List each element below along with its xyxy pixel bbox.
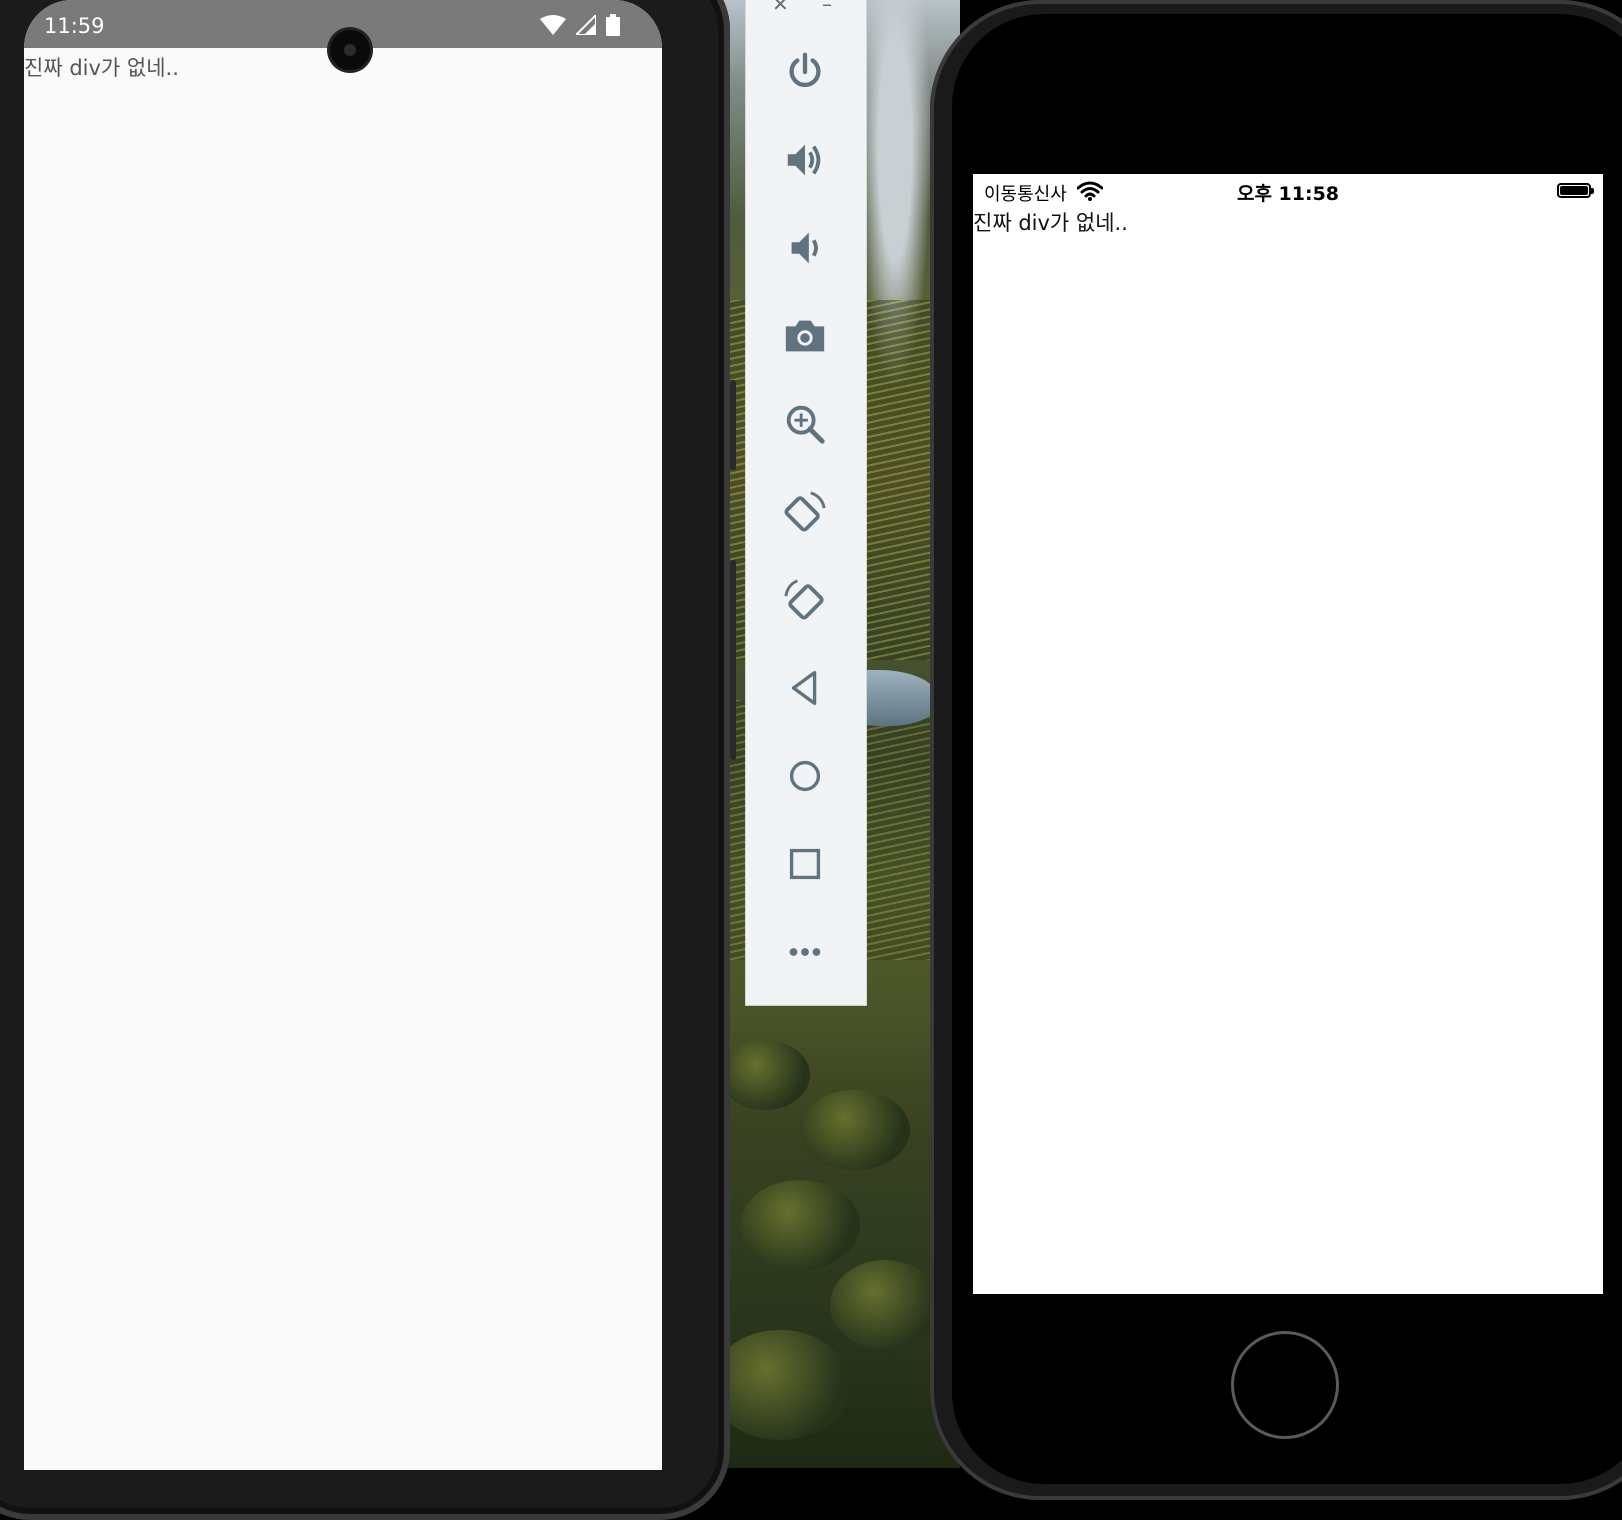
zoom-button[interactable] (772, 391, 838, 457)
camera-icon (785, 320, 825, 352)
screenshot-button[interactable] (772, 303, 838, 369)
power-button[interactable] (772, 39, 838, 105)
close-icon[interactable]: ✕ (772, 0, 789, 14)
iphone-status-time: 오후 11:58 (1236, 183, 1340, 205)
android-status-icons (540, 12, 620, 40)
wifi-icon (540, 15, 566, 39)
front-camera-cutout (330, 30, 370, 70)
volume-up-icon (787, 144, 821, 176)
home-circle-icon (789, 760, 821, 792)
tree (720, 1040, 810, 1110)
tree (740, 1180, 860, 1270)
emulator-toolbar: ✕ – (745, 0, 867, 1006)
rotate-left-button[interactable] (772, 479, 838, 545)
iphone-screen[interactable]: 이동통신사 오후 11:58 진짜 div가 없네.. (973, 174, 1603, 1294)
battery-icon (1557, 183, 1594, 198)
tree (710, 1330, 850, 1440)
tree (830, 1260, 940, 1350)
overview-square-icon (789, 848, 821, 880)
battery-icon (606, 14, 620, 40)
minimize-icon[interactable]: – (822, 0, 832, 14)
volume-up-button[interactable] (772, 127, 838, 193)
volume-down-button[interactable] (772, 215, 838, 281)
rotate-right-icon (784, 579, 824, 620)
overview-button[interactable] (772, 831, 838, 897)
more-button[interactable] (772, 919, 838, 985)
android-status-time: 11:59 (44, 14, 105, 38)
rotate-right-button[interactable] (772, 567, 838, 633)
android-device-frame: 11:59 진짜 div가 없네.. (0, 0, 736, 1520)
android-screen[interactable]: 11:59 진짜 div가 없네.. (24, 0, 662, 1470)
iphone-page-text: 진짜 div가 없네.. (973, 211, 1128, 235)
emulator-window-controls: ✕ – (746, 0, 866, 16)
cellular-signal-icon (573, 12, 597, 39)
rotate-left-icon (784, 491, 826, 532)
tree (800, 1090, 910, 1170)
more-dots-icon (789, 948, 821, 956)
home-button[interactable] (772, 743, 838, 809)
power-icon (789, 52, 821, 88)
back-triangle-icon (791, 670, 817, 706)
volume-down-icon (791, 232, 818, 264)
zoom-in-icon (786, 405, 825, 444)
android-page-text: 진짜 div가 없네.. (24, 56, 179, 80)
android-volume-key[interactable] (730, 560, 736, 760)
back-button[interactable] (772, 655, 838, 721)
iphone-home-button[interactable] (1231, 1331, 1339, 1439)
android-power-key[interactable] (730, 380, 736, 470)
iphone-status-bar: 이동통신사 오후 11:58 (973, 174, 1603, 208)
